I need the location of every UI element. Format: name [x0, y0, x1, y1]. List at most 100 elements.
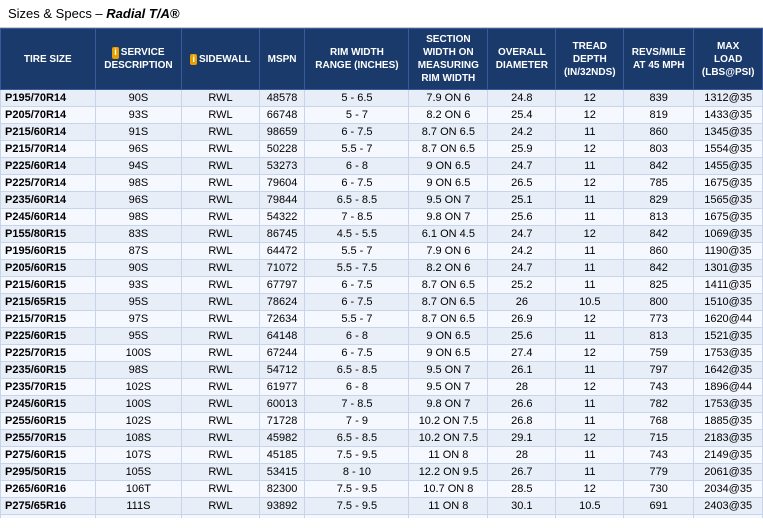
table-cell: 11 [556, 413, 624, 430]
table-cell: 111S [95, 498, 182, 515]
table-cell: 1455@35 [694, 158, 763, 175]
table-cell: P235/60R15 [1, 362, 96, 379]
table-row: P225/70R15100SRWL672446 - 7.59 ON 6.527.… [1, 345, 763, 362]
table-cell: 6.5 - 8.5 [305, 430, 409, 447]
table-cell: 12 [556, 345, 624, 362]
th-tire-size: TIRE SIZE [1, 29, 96, 90]
table-cell: 1885@35 [694, 413, 763, 430]
table-cell: 8.7 ON 6.5 [409, 294, 488, 311]
table-cell: 8 - 10 [305, 464, 409, 481]
table-cell: 100S [95, 345, 182, 362]
table-cell: 25.6 [488, 328, 556, 345]
table-row: P225/60R1494SRWL532736 - 89 ON 6.524.711… [1, 158, 763, 175]
table-cell: 11 ON 8 [409, 498, 488, 515]
table-row: P235/60R1598SRWL547126.5 - 8.59.5 ON 726… [1, 362, 763, 379]
table-row: P245/60R15100SRWL600137 - 8.59.8 ON 726.… [1, 396, 763, 413]
table-cell: 30.1 [488, 498, 556, 515]
table-cell: 90S [95, 260, 182, 277]
table-cell: 1510@35 [694, 294, 763, 311]
table-cell: 12 [556, 481, 624, 498]
table-cell: 11 [556, 124, 624, 141]
table-cell: 6.5 - 8.5 [305, 362, 409, 379]
table-cell: 25.9 [488, 141, 556, 158]
table-cell: 26.9 [488, 311, 556, 328]
table-cell: RWL [182, 464, 259, 481]
table-cell: RWL [182, 260, 259, 277]
table-cell: 11 [556, 192, 624, 209]
table-cell: RWL [182, 515, 259, 519]
table-cell: RWL [182, 175, 259, 192]
table-cell: P205/70R14 [1, 107, 96, 124]
table-cell: 9 ON 6.5 [409, 345, 488, 362]
table-cell: P275/60R15 [1, 447, 96, 464]
table-cell: 7.9 ON 6 [409, 90, 488, 107]
table-cell: 24.7 [488, 158, 556, 175]
table-cell: 2149@35 [694, 447, 763, 464]
table-cell: 64472 [259, 243, 305, 260]
specs-table: TIRE SIZE iSERVICEDESCRIPTION iSIDEWALL … [0, 28, 763, 518]
table-cell: 24.2 [488, 243, 556, 260]
table-cell: 82300 [259, 481, 305, 498]
table-cell: 759 [624, 345, 694, 362]
sidewall-info-icon[interactable]: i [190, 54, 197, 66]
table-row: P235/60R1496SRWL798446.5 - 8.59.5 ON 725… [1, 192, 763, 209]
table-cell: 8.2 ON 6 [409, 107, 488, 124]
table-row: P275/65R16111SRWL938927.5 - 9.511 ON 830… [1, 498, 763, 515]
table-row: P245/60R1498SRWL543227 - 8.59.8 ON 725.6… [1, 209, 763, 226]
table-row: P225/60R1595SRWL641486 - 89 ON 6.525.611… [1, 328, 763, 345]
table-cell: 860 [624, 243, 694, 260]
table-cell: RWL [182, 226, 259, 243]
table-cell: 83S [95, 226, 182, 243]
table-cell: RWL [182, 124, 259, 141]
table-row: P265/60R16106TRWL823007.5 - 9.510.7 ON 8… [1, 481, 763, 498]
table-cell: 8.7 ON 6.5 [409, 311, 488, 328]
table-cell: 98S [95, 175, 182, 192]
table-cell: 79604 [259, 175, 305, 192]
table-row: P195/60R1587SRWL644725.5 - 77.9 ON 624.2… [1, 243, 763, 260]
table-cell: 9.5 ON 7 [409, 379, 488, 396]
table-cell: 10.2 ON 7.5 [409, 413, 488, 430]
table-cell: RWL [182, 294, 259, 311]
table-cell: 8.2 ON 6 [409, 260, 488, 277]
table-cell: 803 [624, 141, 694, 158]
table-cell: 1675@35 [694, 209, 763, 226]
service-info-icon[interactable]: i [112, 47, 119, 59]
table-cell: P215/70R15 [1, 311, 96, 328]
table-cell: 768 [624, 413, 694, 430]
table-cell: P255/70R15 [1, 430, 96, 447]
table-cell: RWL [182, 430, 259, 447]
table-cell: 24.2 [488, 124, 556, 141]
table-cell: 45185 [259, 447, 305, 464]
table-cell: 11 [556, 464, 624, 481]
table-cell: 98S [95, 362, 182, 379]
table-cell: 1345@35 [694, 124, 763, 141]
table-cell: 11 [556, 158, 624, 175]
table-cell: 2403@35 [694, 498, 763, 515]
table-cell: 93892 [259, 498, 305, 515]
table-cell: 100S [95, 396, 182, 413]
table-cell: 1433@35 [694, 107, 763, 124]
header-row: TIRE SIZE iSERVICEDESCRIPTION iSIDEWALL … [1, 29, 763, 90]
table-cell: RWL [182, 362, 259, 379]
table-cell: 11 [556, 396, 624, 413]
table-cell: 2061@35 [694, 464, 763, 481]
table-cell: RWL [182, 243, 259, 260]
table-cell: 797 [624, 362, 694, 379]
table-cell: 96S [95, 141, 182, 158]
table-cell: 5.5 - 7 [305, 243, 409, 260]
table-cell: 6 - 7.5 [305, 175, 409, 192]
table-cell: 842 [624, 260, 694, 277]
table-cell: 1312@35 [694, 90, 763, 107]
table-cell: P155/80R15 [1, 226, 96, 243]
table-cell: 60013 [259, 396, 305, 413]
table-cell: 95S [95, 328, 182, 345]
table-cell: 102S [95, 379, 182, 396]
th-tread-depth: TREADDEPTH(IN/32NDS) [556, 29, 624, 90]
table-cell: 12 [556, 226, 624, 243]
table-cell: 9.8 ON 7 [409, 396, 488, 413]
table-row: P255/70R15108SRWL459826.5 - 8.510.2 ON 7… [1, 430, 763, 447]
table-cell: 54322 [259, 209, 305, 226]
table-cell: 6 - 7.5 [305, 294, 409, 311]
table-cell: 71072 [259, 260, 305, 277]
table-cell: 10.5 [556, 294, 624, 311]
